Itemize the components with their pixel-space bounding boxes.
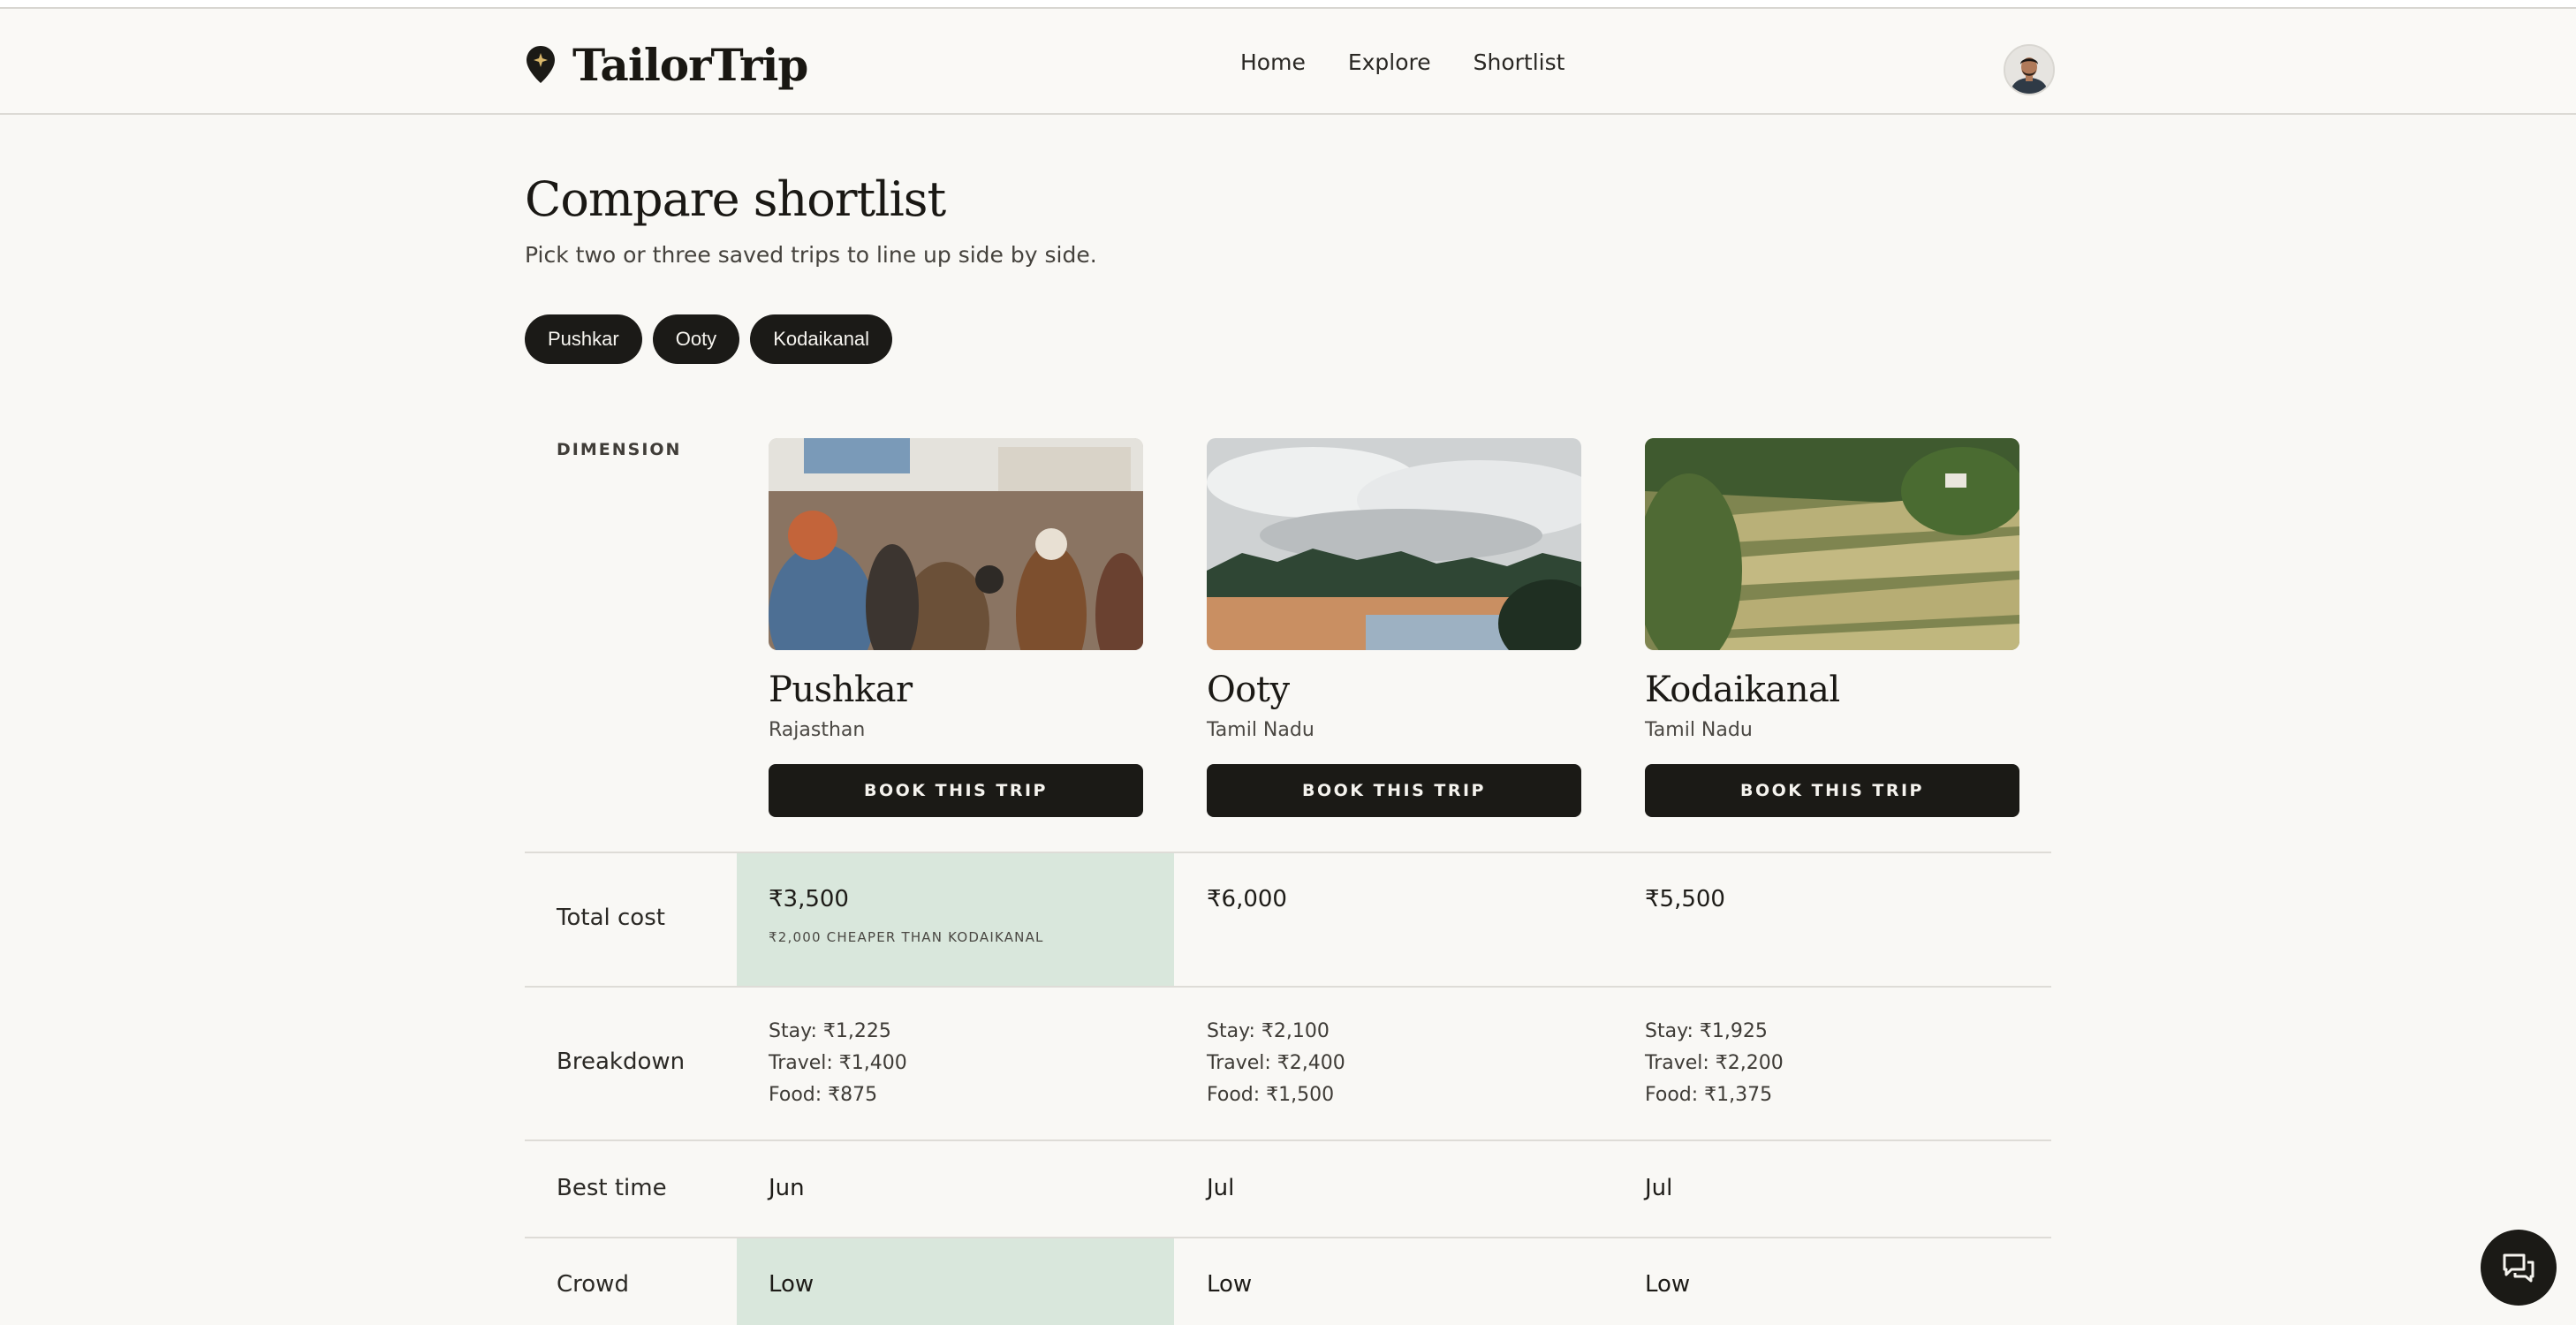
nav-shortlist[interactable]: Shortlist bbox=[1474, 49, 1565, 75]
breakdown-ooty: Stay: ₹2,100 Travel: ₹2,400 Food: ₹1,500 bbox=[1207, 1016, 1345, 1111]
trip-region: Tamil Nadu bbox=[1645, 719, 1753, 741]
breakdown-stay: Stay: ₹1,225 bbox=[769, 1020, 891, 1042]
book-trip-button-ooty[interactable]: BOOK THIS TRIP bbox=[1207, 764, 1581, 817]
trip-photo-ooty bbox=[1207, 438, 1581, 650]
trip-photo-pushkar bbox=[769, 438, 1143, 650]
nav-explore[interactable]: Explore bbox=[1348, 49, 1431, 75]
breakdown-travel: Travel: ₹2,200 bbox=[1645, 1052, 1784, 1074]
page-title: Compare shortlist bbox=[525, 171, 946, 227]
total-cost-ooty: ₹6,000 bbox=[1207, 886, 1287, 912]
row-label-total-cost: Total cost bbox=[557, 905, 665, 931]
trip-region: Tamil Nadu bbox=[1207, 719, 1315, 741]
trip-name: Pushkar bbox=[769, 670, 913, 710]
trip-name: Ooty bbox=[1207, 670, 1290, 710]
trip-card-pushkar: Pushkar Rajasthan BOOK THIS TRIP bbox=[769, 438, 1143, 817]
total-cost-pushkar: ₹3,500 bbox=[769, 886, 849, 912]
breakdown-travel: Travel: ₹1,400 bbox=[769, 1052, 907, 1074]
breakdown-food: Food: ₹1,500 bbox=[1207, 1084, 1335, 1106]
site-header: TailorTrip Home Explore Shortlist bbox=[0, 9, 2576, 115]
chat-icon bbox=[2503, 1253, 2534, 1283]
chat-button[interactable] bbox=[2481, 1230, 2557, 1306]
map-pin-icon bbox=[527, 46, 555, 83]
breakdown-pushkar: Stay: ₹1,225 Travel: ₹1,400 Food: ₹875 bbox=[769, 1016, 907, 1111]
book-trip-button-kodaikanal[interactable]: BOOK THIS TRIP bbox=[1645, 764, 2019, 817]
best-time-pushkar: Jun bbox=[769, 1175, 805, 1201]
row-label-crowd: Crowd bbox=[557, 1271, 629, 1298]
row-divider bbox=[525, 986, 2051, 988]
total-cost-kodaikanal: ₹5,500 bbox=[1645, 886, 1725, 912]
chip-pushkar[interactable]: Pushkar bbox=[525, 314, 642, 364]
brand-name: TailorTrip bbox=[572, 38, 808, 91]
crowd-ooty: Low bbox=[1207, 1271, 1253, 1298]
breakdown-stay: Stay: ₹2,100 bbox=[1207, 1020, 1330, 1042]
nav-home[interactable]: Home bbox=[1240, 49, 1306, 75]
trip-card-kodaikanal: Kodaikanal Tamil Nadu BOOK THIS TRIP bbox=[1645, 438, 2019, 817]
breakdown-food: Food: ₹875 bbox=[769, 1084, 878, 1106]
browser-top-edge bbox=[0, 0, 2576, 9]
best-time-kodaikanal: Jul bbox=[1645, 1175, 1673, 1201]
row-label-best-time: Best time bbox=[557, 1175, 667, 1201]
row-divider bbox=[525, 1140, 2051, 1141]
best-time-ooty: Jul bbox=[1207, 1175, 1235, 1201]
trip-card-ooty: Ooty Tamil Nadu BOOK THIS TRIP bbox=[1207, 438, 1581, 817]
breakdown-food: Food: ₹1,375 bbox=[1645, 1084, 1773, 1106]
user-avatar[interactable] bbox=[2004, 44, 2055, 95]
trip-region: Rajasthan bbox=[769, 719, 866, 741]
user-photo bbox=[2005, 46, 2053, 94]
trip-photo-kodaikanal bbox=[1645, 438, 2019, 650]
trip-name: Kodaikanal bbox=[1645, 670, 1840, 710]
best-value-highlight bbox=[737, 853, 1174, 986]
main-nav: Home Explore Shortlist bbox=[1240, 49, 1565, 75]
breakdown-stay: Stay: ₹1,925 bbox=[1645, 1020, 1768, 1042]
shortlist-chips: Pushkar Ooty Kodaikanal bbox=[525, 314, 893, 364]
crowd-pushkar: Low bbox=[769, 1271, 814, 1298]
chip-kodaikanal[interactable]: Kodaikanal bbox=[750, 314, 893, 364]
breakdown-kodaikanal: Stay: ₹1,925 Travel: ₹2,200 Food: ₹1,375 bbox=[1645, 1016, 1784, 1111]
brand-logo[interactable]: TailorTrip bbox=[525, 34, 808, 95]
chip-ooty[interactable]: Ooty bbox=[652, 314, 740, 364]
page-subtitle: Pick two or three saved trips to line up… bbox=[525, 242, 1097, 268]
dimension-header: DIMENSION bbox=[557, 440, 682, 459]
row-label-breakdown: Breakdown bbox=[557, 1049, 686, 1075]
book-trip-button-pushkar[interactable]: BOOK THIS TRIP bbox=[769, 764, 1143, 817]
savings-note: ₹2,000 CHEAPER THAN KODAIKANAL bbox=[769, 929, 1044, 945]
crowd-kodaikanal: Low bbox=[1645, 1271, 1691, 1298]
breakdown-travel: Travel: ₹2,400 bbox=[1207, 1052, 1345, 1074]
